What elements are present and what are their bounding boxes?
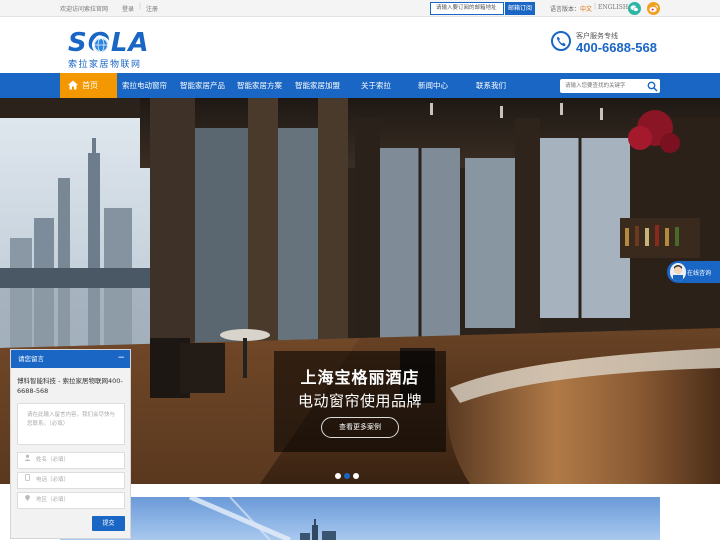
- slider-dot-2[interactable]: [344, 473, 350, 479]
- language-english-link[interactable]: ENGLISH: [598, 4, 628, 11]
- banner-title: 上海宝格丽酒店: [300, 368, 420, 387]
- online-consult-button[interactable]: 在线咨询: [667, 261, 720, 283]
- region-field[interactable]: 地区（必填）: [17, 492, 125, 509]
- welcome-text: 欢迎访问索拉官网: [60, 6, 109, 13]
- banner-caption: 上海宝格丽酒店 电动窗帘使用品牌 查看更多案例: [274, 351, 446, 452]
- nav-item-curtains[interactable]: 索拉电动窗帘: [122, 73, 167, 98]
- message-textarea[interactable]: 请在此输入留言内容，我们会尽快与您联系。（必填）: [17, 403, 125, 445]
- nav-item-solutions[interactable]: 智能家居方案: [237, 73, 282, 98]
- search-input[interactable]: 请输入您要查找的关键字: [560, 79, 660, 93]
- phone-placeholder: 电话（必填）: [36, 477, 70, 483]
- view-more-cases-button[interactable]: 查看更多案例: [321, 417, 399, 438]
- agent-avatar: [670, 263, 686, 281]
- nav-item-news[interactable]: 新闻中心: [418, 73, 448, 98]
- phone-field[interactable]: 电话（必填）: [17, 472, 125, 489]
- globe-icon: [92, 36, 110, 54]
- subscribe-button[interactable]: 邮箱订阅: [505, 2, 535, 15]
- second-banner: [60, 497, 660, 540]
- wechat-icon[interactable]: [628, 2, 641, 15]
- nav-item-products[interactable]: 智能家居产品: [180, 73, 225, 98]
- name-placeholder: 姓名（必填）: [36, 457, 70, 463]
- subscribe-email-input[interactable]: 请输入要订阅的邮箱地址: [430, 2, 504, 15]
- phone-icon: [24, 473, 36, 488]
- location-icon: [24, 493, 36, 508]
- language-chinese-link[interactable]: 中文: [580, 4, 592, 13]
- divider: |: [594, 3, 597, 10]
- leave-message-panel: 请您留言 − 博科智能科技 - 索拉家居物联网400-6688-568 请在此输…: [10, 349, 131, 539]
- weibo-icon[interactable]: [647, 2, 660, 15]
- slider-dot-1[interactable]: [335, 473, 341, 479]
- submit-button[interactable]: 提交: [92, 516, 125, 531]
- user-icon: [24, 453, 36, 468]
- minimize-icon[interactable]: −: [117, 350, 125, 366]
- logo-subtitle: 索拉家居物联网: [68, 60, 142, 70]
- nav-home-label: 首页: [82, 81, 98, 90]
- slider-dot-3[interactable]: [353, 473, 359, 479]
- site-header: SOLA 索拉家居物联网 客户服务专线 400-6688-568: [0, 17, 720, 73]
- online-consult-label: 在线咨询: [687, 270, 712, 277]
- region-placeholder: 地区（必填）: [36, 497, 70, 503]
- nav-item-franchise[interactable]: 智能家居加盟: [295, 73, 340, 98]
- main-navigation: 首页 索拉电动窗帘 智能家居产品 智能家居方案 智能家居加盟 关于索拉 新闻中心…: [0, 73, 720, 98]
- name-field[interactable]: 姓名（必填）: [17, 452, 125, 469]
- banner-subtitle: 电动窗帘使用品牌: [297, 392, 422, 410]
- message-panel-title: 请您留言: [18, 355, 44, 363]
- nav-item-home[interactable]: 首页: [60, 73, 117, 98]
- language-label: 语言版本：: [550, 6, 581, 13]
- search-icon[interactable]: [647, 81, 658, 92]
- login-link[interactable]: 登录: [122, 4, 134, 13]
- divider: |: [139, 3, 142, 10]
- service-phone-number: 400-6688-568: [576, 40, 657, 55]
- company-info: 博科智能科技 - 索拉家居物联网400-6688-568: [17, 377, 123, 395]
- house-icon: [68, 80, 78, 90]
- nav-item-contact[interactable]: 联系我们: [476, 73, 506, 98]
- phone-icon: [551, 31, 571, 51]
- nav-item-about[interactable]: 关于索拉: [361, 73, 391, 98]
- message-panel-header: 请您留言 −: [11, 350, 130, 368]
- top-bar: 欢迎访问索拉官网 登录 | 注册 请输入要订阅的邮箱地址 邮箱订阅 语言版本： …: [0, 0, 720, 17]
- site-logo[interactable]: SOLA 索拉家居物联网: [68, 30, 168, 70]
- city-sky-photo: [189, 497, 336, 540]
- register-link[interactable]: 注册: [146, 4, 158, 13]
